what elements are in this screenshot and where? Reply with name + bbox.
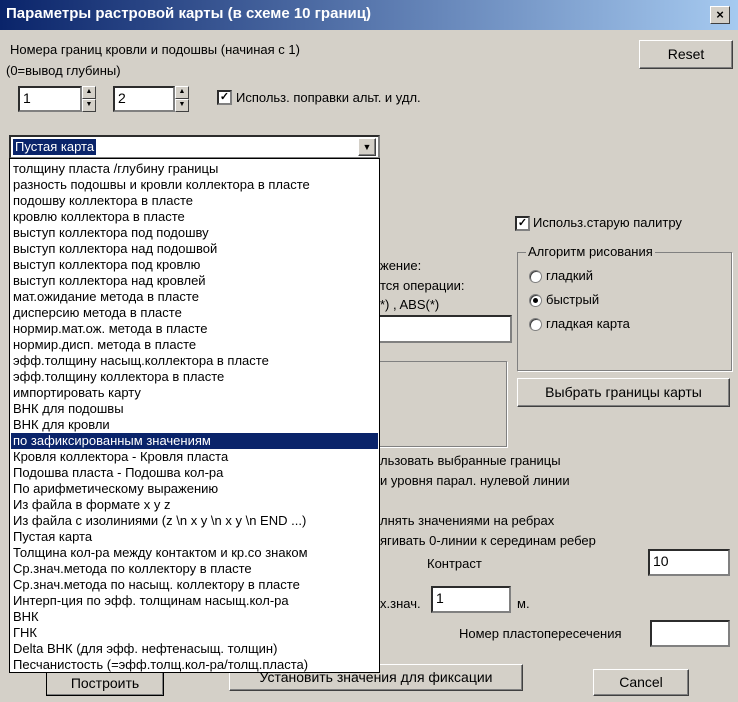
map-type-dropdown-list[interactable]: толщину пласта /глубину границы разность… — [9, 158, 380, 673]
algorithm-smooth-radio[interactable] — [529, 270, 542, 283]
list-item[interactable]: выступ коллектора над кровлей — [11, 273, 378, 289]
max-value-input[interactable]: 1 — [431, 586, 511, 613]
radio-dot — [533, 298, 538, 303]
use-corrections-label: Использ. поправки альт. и удл. — [236, 90, 421, 105]
max-value-unit: м. — [517, 596, 530, 611]
list-item[interactable]: эфф.толщину коллектора в пласте — [11, 369, 378, 385]
choose-bounds-button[interactable]: Выбрать границы карты — [517, 378, 730, 407]
list-item[interactable]: мат.ожидание метода в пласте — [11, 289, 378, 305]
list-item[interactable]: выступ коллектора под подошву — [11, 225, 378, 241]
expression-input[interactable] — [378, 315, 512, 343]
list-item[interactable]: Из файла с изолиниями (z \n x y \n x y \… — [11, 513, 378, 529]
title-bar: Параметры растровой карты (в схеме 10 гр… — [0, 0, 738, 30]
list-item[interactable]: нормир.дисп. метода в пласте — [11, 337, 378, 353]
algorithm-smoothmap-label: гладкая карта — [546, 316, 630, 331]
sole-bound-input[interactable]: 2 — [113, 86, 175, 112]
list-item[interactable]: подошву коллектора в пласте — [11, 193, 378, 209]
list-item[interactable]: Delta ВНК (для эфф. нефтенасыщ. толщин) — [11, 641, 378, 657]
max-value-label: х.знач. — [380, 596, 421, 611]
algorithm-fast-label: быстрый — [546, 292, 600, 307]
functions-label: *) , ABS(*) — [380, 297, 440, 312]
list-item[interactable]: Кровля коллектора - Кровля пласта — [11, 449, 378, 465]
build-button[interactable]: Построить — [46, 670, 164, 696]
chevron-down-icon: ▼ — [362, 142, 372, 152]
old-palette-checkbox[interactable]: ✓ — [515, 216, 530, 231]
arrow-down-icon: ▼ — [178, 101, 186, 108]
list-item[interactable]: эфф.толщину насыщ.коллектора в пласте — [11, 353, 378, 369]
use-bounds-label: льзовать выбранные границы — [380, 453, 561, 468]
arrow-down-icon: ▼ — [85, 101, 93, 108]
contrast-label: Контраст — [427, 556, 482, 571]
list-item[interactable]: Из файла в формате x y z — [11, 497, 378, 513]
fill-edges-label: лнять значениями на ребрах — [380, 513, 555, 528]
list-item[interactable]: дисперсию метода в пласте — [11, 305, 378, 321]
pull-zero-label: ягивать 0-линии к серединам ребер — [380, 533, 596, 548]
list-item[interactable]: ВНК для кровли — [11, 417, 378, 433]
operations-label: тся операции: — [380, 278, 465, 293]
list-item[interactable]: Песчанистость (=эфф.толщ.кол-ра/толщ.пла… — [11, 657, 378, 673]
arrow-up-icon: ▲ — [178, 88, 186, 95]
algorithm-fast-radio[interactable] — [529, 294, 542, 307]
map-type-select[interactable]: Пустая карта ▼ — [9, 135, 380, 159]
zero-line-label: и уровня парал. нулевой линии — [380, 473, 570, 488]
roof-spin-down[interactable]: ▼ — [82, 99, 96, 112]
intersection-label: Номер пластопересечения — [459, 626, 622, 641]
roof-spin-up[interactable]: ▲ — [82, 86, 96, 99]
algorithm-smooth-label: гладкий — [546, 268, 594, 283]
algorithm-smoothmap-radio[interactable] — [529, 318, 542, 331]
list-item[interactable]: разность подошвы и кровли коллектора в п… — [11, 177, 378, 193]
list-item-highlighted[interactable]: по зафиксированным значениям — [11, 433, 378, 449]
list-item[interactable]: ВНК для подошвы — [11, 401, 378, 417]
window-title: Параметры растровой карты (в схеме 10 гр… — [6, 5, 371, 22]
list-item[interactable]: Пустая карта — [11, 529, 378, 545]
expression-group — [378, 361, 507, 447]
list-item[interactable]: кровлю коллектора в пласте — [11, 209, 378, 225]
list-item[interactable]: Подошва пласта - Подошва кол-ра — [11, 465, 378, 481]
list-item[interactable]: толщину пласта /глубину границы — [11, 161, 378, 177]
list-item[interactable]: Толщина кол-ра между контактом и кр.со з… — [11, 545, 378, 561]
contrast-input[interactable]: 10 — [648, 549, 730, 576]
intersection-input[interactable] — [650, 620, 730, 647]
list-item[interactable]: выступ коллектора над подошвой — [11, 241, 378, 257]
arrow-up-icon: ▲ — [85, 88, 93, 95]
list-item[interactable]: нормир.мат.ож. метода в пласте — [11, 321, 378, 337]
expression-label: жение: — [380, 258, 422, 273]
list-item[interactable]: Ср.знач.метода по насыщ. коллектору в пл… — [11, 577, 378, 593]
dropdown-toggle[interactable]: ▼ — [358, 138, 376, 156]
list-item[interactable]: ВНК — [11, 609, 378, 625]
checkmark-icon: ✓ — [219, 91, 230, 103]
roof-bound-input[interactable]: 1 — [18, 86, 82, 112]
list-item[interactable]: Интерп-ция по эфф. толщинам насыщ.кол-ра — [11, 593, 378, 609]
list-item[interactable]: выступ коллектора под кровлю — [11, 257, 378, 273]
depth-hint-label: (0=вывод глубины) — [6, 63, 121, 78]
sole-spin-down[interactable]: ▼ — [175, 99, 189, 112]
sole-spin-up[interactable]: ▲ — [175, 86, 189, 99]
cancel-button[interactable]: Cancel — [593, 669, 689, 696]
checkmark-icon: ✓ — [517, 217, 528, 229]
list-item[interactable]: ГНК — [11, 625, 378, 641]
list-item[interactable]: импортировать карту — [11, 385, 378, 401]
close-button[interactable]: × — [710, 6, 730, 24]
bounds-label: Номера границ кровли и подошвы (начиная … — [10, 42, 300, 57]
map-type-selected: Пустая карта — [13, 139, 97, 155]
reset-button[interactable]: Reset — [639, 40, 733, 69]
algorithm-title: Алгоритм рисования — [526, 244, 655, 259]
use-corrections-checkbox[interactable]: ✓ — [217, 90, 232, 105]
old-palette-label: Использ.старую палитру — [533, 215, 682, 230]
list-item[interactable]: Ср.знач.метода по коллектору в пласте — [11, 561, 378, 577]
list-item[interactable]: По арифметическому выражению — [11, 481, 378, 497]
